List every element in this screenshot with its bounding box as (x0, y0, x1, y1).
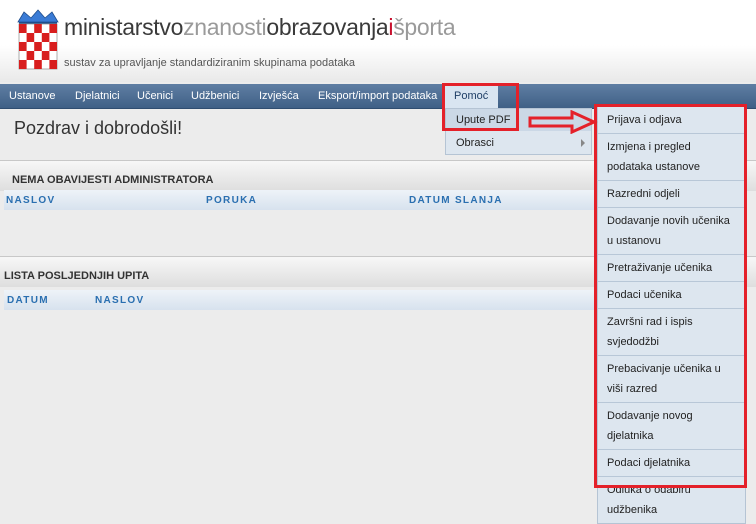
nav-item-udzbenici[interactable]: Udžbenici (191, 84, 239, 108)
queries-title: LISTA POSLJEDNJIH UPITA (4, 270, 150, 282)
brand-part-5: športa (393, 14, 456, 40)
brand-part-3: obrazovanja (266, 14, 389, 40)
submenu-item-podaci-ucenika[interactable]: Podaci učenika (598, 282, 745, 309)
submenu-item-zavrsni-rad[interactable]: Završni rad i ispis svjedodžbi (598, 309, 745, 356)
ministry-brand-title: ministarstvoznanostiobrazovanjaišporta (64, 14, 456, 41)
submenu-item-prebacivanje-ucenika[interactable]: Prebacivanje učenika u viši razred (598, 356, 745, 403)
nav-item-izvjesca[interactable]: Izvješća (259, 84, 299, 108)
column-naslov[interactable]: NASLOV (6, 195, 55, 206)
brand-part-2: znanosti (183, 14, 267, 40)
submenu-item-razredni-odjeli[interactable]: Razredni odjeli (598, 181, 745, 208)
notices-title: NEMA OBAVIJESTI ADMINISTRATORA (12, 174, 214, 186)
column-datum-slanja[interactable]: DATUM SLANJA (409, 195, 503, 206)
submenu-arrow-icon (581, 139, 585, 147)
obrasci-submenu: Prijava i odjava Izmjena i pregled podat… (597, 106, 746, 524)
nav-item-pomoc[interactable]: Pomoć (444, 84, 499, 108)
submenu-item-podaci-djelatnika[interactable]: Podaci djelatnika (598, 450, 745, 477)
croatian-coat-of-arms-logo (17, 9, 59, 70)
nav-item-eksport-import[interactable]: Eksport/import podataka (318, 84, 437, 108)
queries-column-header: DATUM NASLOV (4, 290, 594, 310)
header: ministarstvoznanostiobrazovanjaišporta s… (0, 0, 756, 82)
submenu-item-izmjena-podataka-ustanove[interactable]: Izmjena i pregled podataka ustanove (598, 134, 745, 181)
nav-item-djelatnici[interactable]: Djelatnici (75, 84, 120, 108)
nav-item-ustanove[interactable]: Ustanove (9, 84, 55, 108)
column-naslov[interactable]: NASLOV (95, 295, 144, 306)
menu-item-obrasci-label: Obrasci (456, 137, 494, 149)
submenu-item-dodavanje-djelatnika[interactable]: Dodavanje novog djelatnika (598, 403, 745, 450)
column-datum[interactable]: DATUM (7, 295, 49, 306)
submenu-item-odluka-o-odabiru-udzbenika[interactable]: Odluka o odabiru udžbenika (598, 477, 745, 523)
annotation-arrow-icon (528, 110, 598, 134)
submenu-item-dodavanje-novih-ucenika[interactable]: Dodavanje novih učenika u ustanovu (598, 208, 745, 255)
notices-column-header: NASLOV PORUKA DATUM SLANJA (4, 190, 594, 210)
brand-part-1: ministarstvo (64, 14, 184, 40)
submenu-item-pretrazivanje-ucenika[interactable]: Pretraživanje učenika (598, 255, 745, 282)
nav-item-ucenici[interactable]: Učenici (137, 84, 173, 108)
tagline: sustav za upravljanje standardiziranim s… (64, 57, 356, 69)
welcome-heading: Pozdrav i dobrodošli! (14, 118, 183, 138)
menu-item-obrasci[interactable]: Obrasci (446, 132, 591, 154)
submenu-item-prijava-i-odjava[interactable]: Prijava i odjava (598, 107, 745, 134)
column-poruka[interactable]: PORUKA (206, 195, 257, 206)
